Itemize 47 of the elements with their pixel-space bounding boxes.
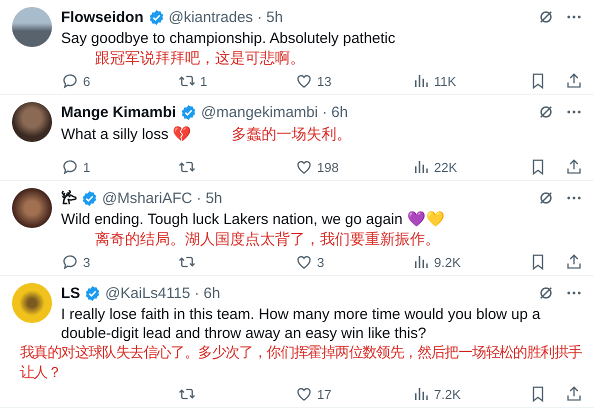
heart-icon[interactable] (295, 253, 313, 271)
share-icon[interactable] (565, 72, 583, 90)
avatar-picture (12, 102, 52, 142)
reply-count: 1 (83, 160, 90, 174)
translation-text: 我真的对这球队失去信心了。多少次了，你们挥霍掉两位数领先，然后把一场轻松的胜利拱手让人？ (20, 344, 583, 383)
translation-text: 离奇的结局。湖人国度点太背了，我们要重新振作。 (95, 229, 441, 249)
heart-icon[interactable] (295, 385, 313, 403)
like-count: 17 (317, 386, 332, 402)
share-icon[interactable] (565, 253, 583, 271)
share-icon[interactable] (565, 385, 583, 403)
reply-count: 6 (83, 74, 90, 88)
translation-text: 跟冠军说拜拜吧，这是可悲啊。 (95, 48, 306, 68)
handle-and-time: @MshariAFC · 5h (102, 190, 222, 206)
tweet-text: I really lose faith in this team. How many more time would you blow up a double-digit lead and throw away an easy win like this? (61, 305, 542, 343)
bar-chart-icon[interactable] (412, 253, 430, 271)
like-count: 3 (317, 254, 324, 270)
translation-text: 多蠢的一场失利。 (232, 124, 352, 144)
like-count: 13 (317, 74, 332, 88)
like-count: 198 (317, 160, 339, 174)
heart-icon[interactable] (295, 158, 313, 176)
display-name[interactable]: 𐂂 (61, 188, 77, 208)
avatar-picture (12, 188, 52, 228)
display-name[interactable]: Mange Kimambi (61, 104, 176, 120)
reply-icon[interactable] (61, 253, 79, 271)
tweet-text: Wild ending. Tough luck Lakers nation, we go again 💜💛 (61, 210, 445, 229)
retweet-count: 1 (200, 74, 208, 88)
tweet-text: What a silly loss 💔 (61, 124, 192, 144)
avatar-picture (12, 7, 52, 47)
display-name[interactable]: LS (61, 284, 80, 302)
view-count: 9.2K (434, 254, 461, 270)
tweet-text: Say goodbye to championship. Absolutely pathetic (61, 29, 396, 48)
view-count: 22K (434, 160, 458, 174)
share-icon[interactable] (565, 158, 583, 176)
heart-icon[interactable] (295, 72, 313, 90)
bar-chart-icon[interactable] (412, 72, 430, 90)
view-count: 11K (434, 74, 456, 88)
bar-chart-icon[interactable] (412, 385, 430, 403)
view-count: 7.2K (434, 386, 461, 402)
handle-and-time: @KaiLs4115 · 6h (105, 284, 220, 302)
reply-icon[interactable] (61, 158, 79, 176)
handle-and-time: @kiantrades · 5h (168, 8, 283, 26)
bar-chart-icon[interactable] (412, 158, 430, 176)
handle-and-time: @mangekimambi · 6h (201, 104, 348, 120)
avatar-picture (12, 283, 52, 323)
reply-icon[interactable] (61, 72, 79, 90)
reply-count: 3 (83, 254, 90, 270)
display-name[interactable]: Flowseidon (61, 8, 144, 26)
